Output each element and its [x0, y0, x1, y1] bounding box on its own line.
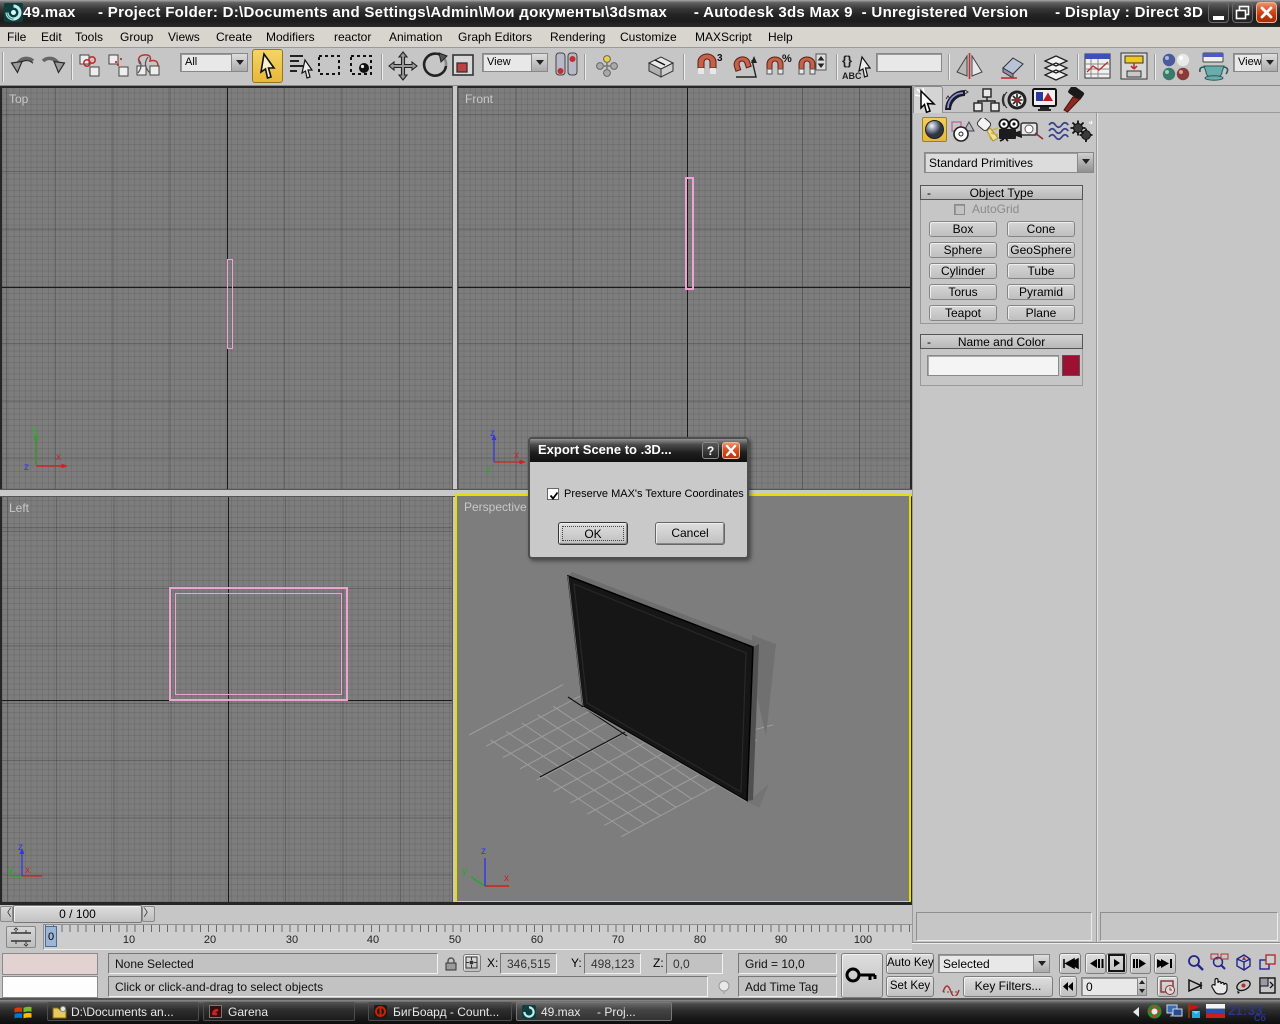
svg-text:{}: {}: [842, 53, 852, 68]
svg-text:y: y: [486, 464, 491, 475]
svg-text:x: x: [504, 873, 509, 884]
svg-text:x: x: [514, 450, 519, 461]
svg-text:z: z: [18, 842, 23, 853]
svg-text:ABC: ABC: [842, 71, 862, 81]
svg-text:y: y: [462, 866, 467, 877]
svg-text:%: %: [782, 53, 792, 65]
svg-text:x: x: [25, 865, 30, 876]
svg-text:3: 3: [717, 53, 723, 64]
svg-text:y: y: [32, 426, 37, 436]
svg-text:x: x: [56, 452, 61, 463]
svg-text:z: z: [481, 846, 486, 857]
svg-text:z: z: [24, 462, 29, 473]
svg-text:y: y: [8, 865, 13, 876]
svg-text:z: z: [490, 428, 495, 439]
